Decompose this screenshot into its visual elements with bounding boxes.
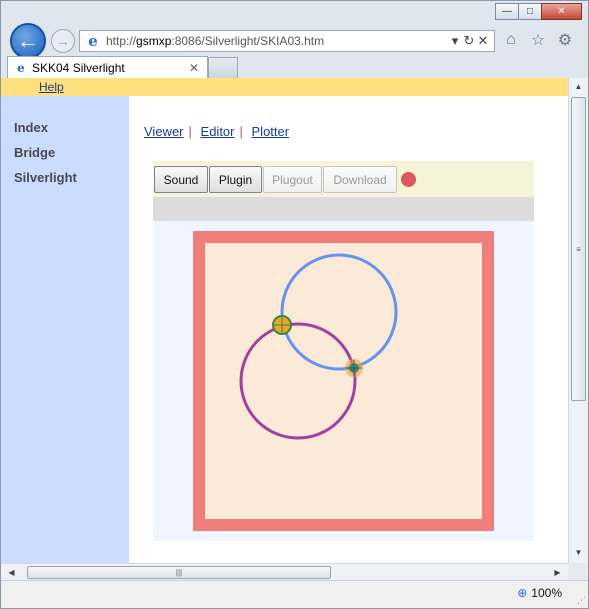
window-caption-buttons: — □ ✕: [495, 3, 582, 20]
tab-bar: e SKK04 Silverlight ✕: [1, 56, 588, 78]
browser-tools: ⌂ ☆ ⚙: [502, 31, 574, 49]
page-links: Viewer | Editor | Plotter: [144, 124, 289, 139]
vertical-scrollbar[interactable]: ▲ ≡ ▼: [568, 78, 588, 563]
zoom-magnifier-icon: ⊕: [517, 586, 528, 600]
menu-bar: Help: [1, 78, 568, 96]
page-viewport: Help Index Bridge Silverlight Viewer | Ed…: [1, 78, 568, 563]
drawing-canvas[interactable]: [153, 221, 534, 541]
intersection-point-top[interactable]: [272, 315, 292, 335]
link-separator: |: [239, 124, 243, 139]
scroll-left-icon[interactable]: ◀: [3, 564, 20, 581]
ie-tab-icon: e: [17, 60, 25, 75]
tab-title: SKK04 Silverlight: [32, 60, 125, 75]
stop-icon[interactable]: ✕: [476, 33, 490, 49]
maximize-button[interactable]: □: [518, 3, 542, 20]
close-window-button[interactable]: ✕: [541, 3, 582, 20]
horizontal-scroll-thumb[interactable]: |||: [27, 566, 331, 579]
scroll-right-icon[interactable]: ▶: [549, 564, 566, 581]
tab-active[interactable]: e SKK04 Silverlight ✕: [7, 56, 208, 78]
plotter-link[interactable]: Plotter: [252, 124, 290, 139]
tab-close-icon[interactable]: ✕: [189, 61, 203, 75]
forward-arrow-icon[interactable]: →: [51, 29, 75, 53]
back-arrow-icon[interactable]: ←: [10, 23, 46, 59]
address-bar[interactable]: e http://gsmxp:8086/Silverlight/SKIA03.h…: [79, 30, 495, 52]
search-dropdown-icon[interactable]: ▾: [448, 33, 462, 49]
sidebar-item-bridge[interactable]: Bridge: [14, 145, 55, 160]
address-url[interactable]: http://gsmxp:8086/Silverlight/SKIA03.htm: [106, 34, 448, 48]
link-separator: |: [188, 124, 192, 139]
sidebar-item-index[interactable]: Index: [14, 120, 48, 135]
browser-window: — □ ✕ ← → e http://gsmxp:8086/Silverligh…: [0, 0, 589, 609]
scroll-up-icon[interactable]: ▲: [569, 78, 588, 95]
star-icon[interactable]: ☆: [529, 31, 547, 49]
editor-link[interactable]: Editor: [201, 124, 235, 139]
scroll-down-icon[interactable]: ▼: [569, 544, 588, 561]
record-indicator: [401, 172, 416, 187]
scrollbar-corner: [568, 563, 588, 580]
minimize-button[interactable]: —: [495, 3, 519, 20]
horizontal-scrollbar[interactable]: ◀ ||| ▶: [1, 563, 568, 580]
new-tab-button[interactable]: [208, 57, 238, 78]
sound-button[interactable]: Sound: [154, 166, 208, 193]
viewer-link[interactable]: Viewer: [144, 124, 184, 139]
plugin-toolbar: Sound Plugin Plugout Download: [153, 161, 534, 197]
home-icon[interactable]: ⌂: [502, 31, 520, 49]
plugin-button[interactable]: Plugin: [209, 166, 262, 193]
zoom-level: 100%: [531, 586, 562, 600]
plugin-status-strip: [153, 197, 534, 221]
gear-icon[interactable]: ⚙: [556, 31, 574, 49]
status-bar: ⊕ 100% ⋰: [1, 580, 588, 608]
sidebar: Index Bridge Silverlight: [1, 96, 129, 563]
plugout-button[interactable]: Plugout: [263, 166, 322, 193]
ie-page-icon: e: [88, 32, 98, 50]
silverlight-stage: [153, 221, 534, 541]
resize-grip-icon[interactable]: ⋰: [577, 595, 586, 606]
download-button[interactable]: Download: [323, 166, 397, 193]
refresh-icon[interactable]: ↻: [462, 33, 476, 49]
sidebar-item-silverlight[interactable]: Silverlight: [14, 170, 77, 185]
vertical-scroll-thumb[interactable]: ≡: [571, 97, 586, 401]
help-link[interactable]: Help: [39, 80, 64, 94]
navigation-bar: ← → e http://gsmxp:8086/Silverlight/SKIA…: [1, 23, 588, 59]
zoom-control[interactable]: ⊕ 100%: [517, 586, 562, 600]
intersection-point-bottom[interactable]: [345, 359, 363, 377]
